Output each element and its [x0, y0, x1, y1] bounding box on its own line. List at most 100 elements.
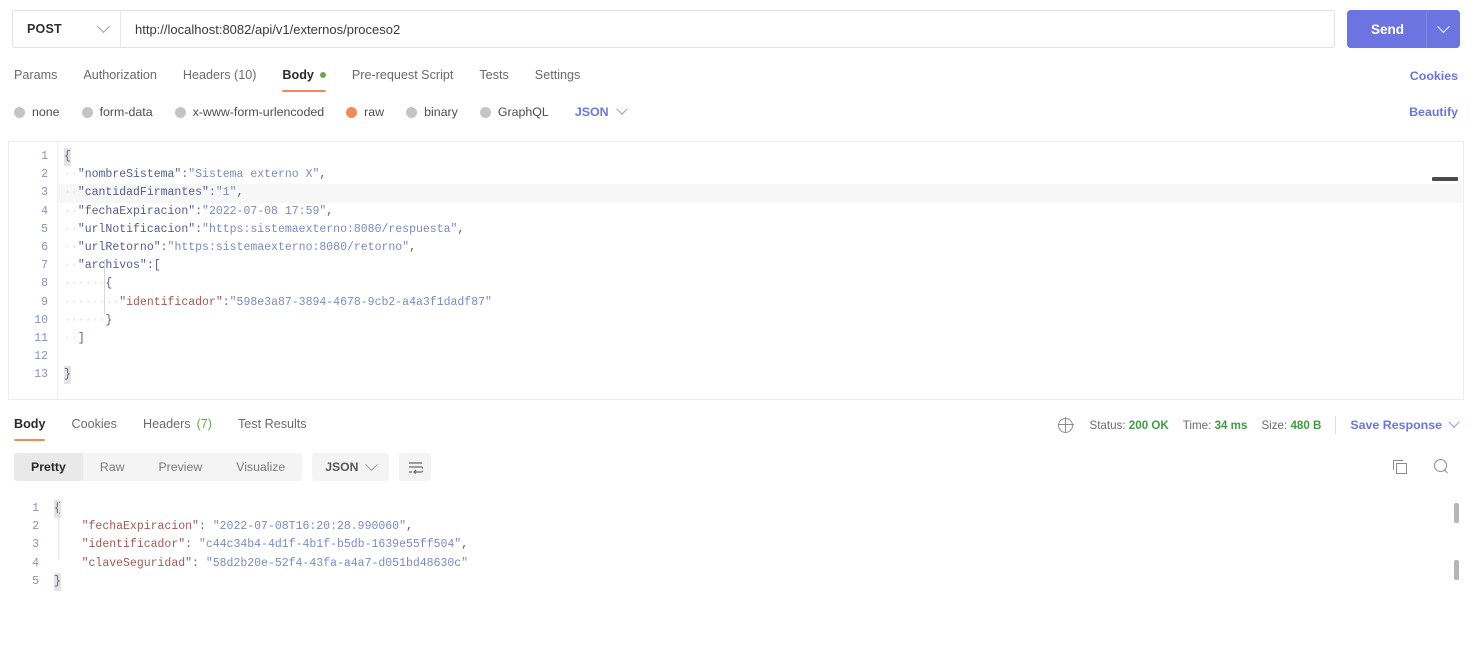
- tab-label: Pre-request Script: [351, 68, 454, 82]
- time-label: Time:: [1182, 418, 1212, 432]
- size-label: Size:: [1261, 418, 1288, 432]
- response-meta: Status: 200 OK Time: 34 ms Size: 480 B S…: [1058, 416, 1460, 434]
- tab-params[interactable]: Params: [14, 60, 57, 92]
- copy-icon[interactable]: [1393, 459, 1408, 475]
- body-type-form-data[interactable]: form-data: [81, 105, 153, 119]
- code-line: ··"cantidadFirmantes":"1",: [58, 184, 1463, 203]
- request-editor-code[interactable]: { ··"nombreSistema":"Sistema externo X",…: [57, 142, 1463, 399]
- json-key: "fechaExpiracion": [77, 204, 196, 218]
- json-key: "claveSeguridad": [81, 556, 193, 570]
- chevron-down-icon: [1437, 19, 1450, 33]
- line-number: 5: [32, 574, 39, 588]
- tab-label: Body: [14, 417, 46, 431]
- chevron-down-icon: [97, 19, 110, 33]
- line-number: 9: [41, 295, 48, 309]
- body-type-graphql[interactable]: GraphQL: [479, 105, 549, 119]
- tab-authorization[interactable]: Authorization: [83, 60, 157, 92]
- body-type-label: binary: [424, 105, 458, 119]
- body-type-raw[interactable]: raw: [346, 105, 384, 119]
- postman-request-response-window: POST http://localhost:8082/api/v1/extern…: [0, 0, 1472, 656]
- tab-label: Authorization: [83, 68, 157, 82]
- radio-icon: [81, 106, 93, 118]
- tab-label: Body: [282, 68, 314, 82]
- response-body-viewer[interactable]: 1 2 3 4 5 { "fechaExpiracion": "2022-07-…: [0, 492, 1472, 656]
- tab-headers[interactable]: Headers (10): [183, 60, 257, 92]
- line-number: 11: [34, 331, 48, 345]
- request-tabs: Params Authorization Headers (10) Body P…: [0, 58, 1472, 94]
- response-tab-body[interactable]: Body: [14, 409, 46, 441]
- tab-label: Settings: [534, 68, 581, 82]
- size-group: Size: 480 B: [1261, 419, 1321, 432]
- line-number: 3: [41, 186, 48, 200]
- json-value: "https:sistemaexterno:8080/retorno": [167, 240, 410, 254]
- line-number: 6: [41, 240, 48, 254]
- save-response-button[interactable]: Save Response: [1350, 416, 1460, 432]
- json-brace: }: [54, 572, 61, 591]
- json-key: "archivos": [77, 259, 147, 273]
- body-type-none[interactable]: none: [14, 105, 60, 119]
- json-comma: ,: [319, 168, 327, 182]
- tab-body[interactable]: Body: [282, 60, 327, 92]
- code-line: }: [48, 572, 1472, 591]
- response-actions: [1393, 459, 1458, 475]
- response-scrollbar-thumb-bottom[interactable]: [1454, 560, 1459, 580]
- globe-icon: [1058, 417, 1074, 433]
- response-code[interactable]: { "fechaExpiracion": "2022-07-08T16:20:2…: [48, 492, 1472, 656]
- json-colon: :: [198, 520, 213, 534]
- json-brace: }: [64, 366, 71, 385]
- response-tabs: Body Cookies Headers (7) Test Results St…: [0, 408, 1472, 442]
- response-tab-headers[interactable]: Headers (7): [143, 409, 212, 441]
- cookies-link[interactable]: Cookies: [1410, 69, 1458, 83]
- send-options-button[interactable]: [1426, 10, 1460, 48]
- url-input[interactable]: http://localhost:8082/api/v1/externos/pr…: [121, 11, 1334, 47]
- response-scrollbar-thumb-top[interactable]: [1454, 503, 1459, 523]
- tab-settings[interactable]: Settings: [535, 60, 581, 92]
- json-key: "nombreSistema": [77, 168, 182, 182]
- view-visualize[interactable]: Visualize: [219, 453, 302, 481]
- body-format-label: JSON: [574, 105, 609, 119]
- json-value: "58d2b20e-52f4-43fa-a4a7-d051bd48630c": [205, 556, 469, 570]
- http-method-selector[interactable]: POST: [13, 11, 121, 47]
- http-method-label: POST: [27, 22, 62, 36]
- request-editor-gutter: 1 2 3 4 5 6 7 8 9 10 11 12 13: [9, 142, 57, 399]
- json-colon: :[: [146, 259, 161, 273]
- chevron-down-icon: [365, 457, 379, 471]
- response-format-selector[interactable]: JSON: [312, 453, 390, 481]
- response-tab-cookies[interactable]: Cookies: [71, 409, 117, 441]
- body-type-label: GraphQL: [497, 105, 549, 119]
- code-line: ··]: [58, 330, 1463, 348]
- indent-dots: ··: [64, 168, 78, 182]
- beautify-link[interactable]: Beautify: [1409, 105, 1458, 119]
- search-icon[interactable]: [1434, 459, 1450, 475]
- tab-pre-request-script[interactable]: Pre-request Script: [352, 60, 454, 92]
- request-body-editor[interactable]: 1 2 3 4 5 6 7 8 9 10 11 12 13 { ··"nombr…: [8, 141, 1464, 400]
- body-type-label: form-data: [99, 105, 153, 119]
- indent-dots: ······: [64, 313, 106, 327]
- line-number: 2: [41, 168, 48, 182]
- tab-tests[interactable]: Tests: [479, 60, 508, 92]
- view-preview[interactable]: Preview: [141, 453, 219, 481]
- line-number: 5: [41, 222, 48, 236]
- radio-icon: [14, 106, 25, 118]
- json-key: "cantidadFirmantes": [77, 186, 209, 200]
- wrap-lines-button[interactable]: [399, 453, 432, 481]
- response-tab-test-results[interactable]: Test Results: [238, 409, 307, 441]
- view-raw[interactable]: Raw: [83, 453, 142, 481]
- tab-label: Cookies: [71, 417, 117, 431]
- line-number: 2: [32, 520, 39, 534]
- send-button[interactable]: Send: [1346, 10, 1426, 48]
- view-pretty[interactable]: Pretty: [14, 453, 83, 481]
- editor-scrollbar-thumb[interactable]: [1432, 177, 1458, 181]
- body-type-x-www-form-urlencoded[interactable]: x-www-form-urlencoded: [174, 105, 324, 119]
- json-comma: ,: [461, 538, 469, 552]
- status-label: Status:: [1089, 418, 1126, 432]
- indent-dots: ··: [64, 186, 78, 200]
- code-line: "identificador": "c44c34b4-4d1f-4b1f-b5d…: [48, 536, 1472, 554]
- response-view-switcher: Pretty Raw Preview Visualize: [14, 453, 303, 481]
- json-colon: :: [222, 295, 230, 309]
- time-value: 34 ms: [1214, 418, 1248, 432]
- json-value: "c44c34b4-4d1f-4b1f-b5db-1639e55ff504": [198, 538, 462, 552]
- body-type-binary[interactable]: binary: [406, 105, 458, 119]
- body-format-selector[interactable]: JSON: [574, 103, 628, 119]
